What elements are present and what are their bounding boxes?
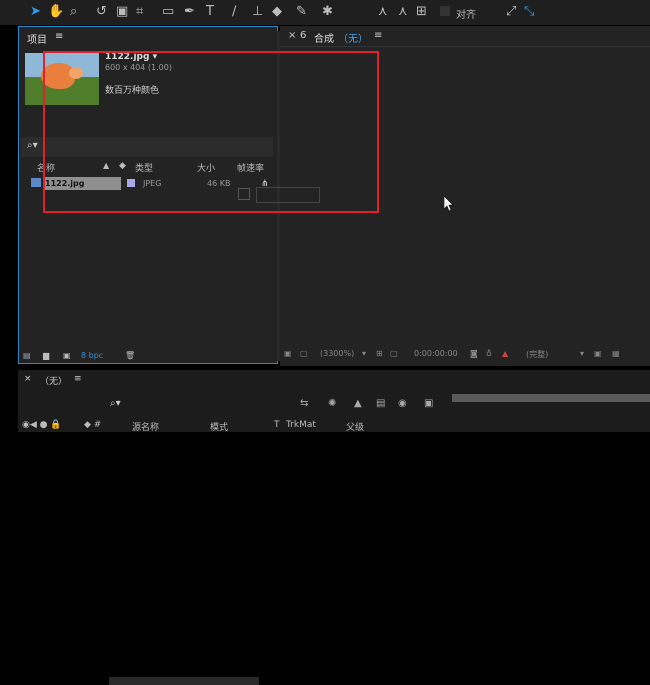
always-preview-icon[interactable]: ▣	[284, 349, 292, 358]
snap-icon[interactable]: ⤡	[524, 4, 534, 20]
timeline-close-icon[interactable]: ×	[24, 374, 32, 384]
label-icon[interactable]: ◆ #	[84, 420, 101, 430]
comp-tab-value[interactable]: （无）	[338, 30, 368, 45]
snapshot-icon[interactable]: ◙	[470, 349, 478, 358]
close-tab-icon[interactable]: ×	[288, 30, 296, 41]
comp-footer: ▣ ▢ (3300%) ▾ ⊞ ▢ 0:00:00:00 ◙ ♁ ▲ (完整) …	[280, 346, 650, 364]
align-checkbox[interactable]	[440, 6, 450, 16]
trash-icon[interactable]: 🗑	[125, 351, 135, 360]
timeline-search-icon[interactable]: ⌕▾	[110, 398, 121, 409]
rect-tool-icon[interactable]: ▭	[162, 4, 174, 20]
frame-blend-icon[interactable]: ▤	[376, 398, 385, 409]
col-mode[interactable]: 模式	[210, 420, 228, 433]
camera-tool-icon[interactable]: ▣	[116, 4, 128, 20]
draft-3d-icon[interactable]: ✺	[328, 398, 336, 409]
col-parent[interactable]: 父级	[346, 420, 364, 433]
highlight-box	[43, 51, 379, 213]
lock-icon[interactable]: 6	[300, 30, 306, 41]
timecode[interactable]: 0:00:00:00	[414, 349, 458, 358]
channel-icon[interactable]: ▲	[502, 349, 508, 358]
rotate-tool-icon[interactable]: ↺	[96, 4, 107, 20]
project-tab[interactable]: 项目	[27, 31, 47, 46]
col-source-name[interactable]: 源名称	[132, 420, 159, 433]
zoom-tool-icon[interactable]: ⌕	[70, 4, 77, 20]
new-comp-icon[interactable]: ▣	[63, 351, 71, 360]
type-tool-icon[interactable]: T	[206, 4, 214, 20]
hand-tool-icon[interactable]: ✋	[48, 4, 64, 20]
motion-blur-icon[interactable]: ◉	[398, 398, 407, 409]
horizontal-scrollbar[interactable]	[109, 677, 259, 685]
region-icon[interactable]: ▢	[390, 349, 398, 358]
graph-editor-icon[interactable]: ▣	[424, 398, 433, 409]
roi-icon[interactable]: ▣	[594, 349, 602, 358]
comp-mini-flowchart-icon[interactable]: ⇆	[300, 398, 308, 409]
brush-tool-icon[interactable]: ∕	[232, 4, 236, 20]
grid-toggle-icon[interactable]: ⊞	[376, 349, 383, 358]
col-trkmat[interactable]: TrkMat	[286, 420, 316, 430]
quality-dropdown-icon[interactable]: ▾	[580, 349, 584, 358]
roto-brush-icon[interactable]: ✎	[296, 4, 307, 20]
search-icon: ⌕▾	[27, 140, 38, 151]
eraser-tool-icon[interactable]: ◆	[272, 4, 282, 20]
anchor-icon[interactable]: ⋏	[378, 4, 388, 20]
shy-icon[interactable]: ▲	[354, 398, 362, 409]
comp-menu-icon[interactable]: ≡	[374, 30, 382, 41]
mouse-cursor-icon	[444, 196, 454, 212]
timeline-menu-icon[interactable]: ≡	[74, 374, 82, 384]
col-t[interactable]: T	[274, 420, 280, 430]
puppet-tool-icon[interactable]: ✱	[322, 4, 333, 20]
project-bottom-bar: ▤ ▆ ▣ 8 bpc 🗑	[19, 351, 277, 685]
align-label: 对齐	[456, 10, 476, 21]
show-snapshot-icon[interactable]: ♁	[486, 349, 492, 358]
comp-header: × 6 合成 （无） ≡	[280, 26, 650, 47]
pen-tool-icon[interactable]: ✒	[184, 4, 195, 20]
stamp-tool-icon[interactable]: ⊥	[252, 4, 263, 20]
av-switches-icon[interactable]: ◉◀ ● 🔒	[22, 420, 62, 430]
interpret-footage-icon[interactable]: ▤	[23, 351, 31, 360]
image-file-icon	[31, 178, 41, 187]
comp-tab-label[interactable]: 合成	[314, 30, 334, 45]
grid-icon[interactable]: ⊞	[416, 4, 427, 20]
timeline-title[interactable]: （无）	[40, 374, 67, 387]
time-ruler[interactable]	[452, 394, 650, 402]
expand-icon[interactable]: ⤢	[506, 4, 516, 20]
timeline-panel: × （无） ≡ ⌕▾ ⇆ ✺ ▲ ▤ ◉ ▣ ◉◀ ● 🔒 ◆ # 源名称 模式…	[18, 370, 650, 433]
select-tool-icon[interactable]: ➤	[30, 4, 41, 20]
transparency-grid-icon[interactable]: ▦	[612, 349, 620, 358]
project-menu-icon[interactable]: ≡	[55, 31, 63, 42]
display-icon[interactable]: ▢	[300, 349, 308, 358]
tools-toolbar: ➤ ✋ ⌕ ↺ ▣ ⌗ ▭ ✒ T ∕ ⊥ ◆ ✎ ✱ ⋏ ⋏ ⊞ 对齐 ⤢ ⤡	[0, 0, 650, 25]
pan-behind-icon[interactable]: ⌗	[136, 4, 143, 20]
anchor-alt-icon[interactable]: ⋏	[398, 4, 408, 20]
layer-column-header: ◉◀ ● 🔒 ◆ # 源名称 模式 T TrkMat 父级	[18, 420, 650, 433]
bpc-label[interactable]: 8 bpc	[81, 351, 103, 360]
quality-value[interactable]: (完整)	[526, 349, 548, 360]
zoom-value[interactable]: (3300%)	[320, 349, 354, 358]
zoom-dropdown-icon[interactable]: ▾	[362, 349, 366, 358]
new-folder-icon[interactable]: ▆	[43, 351, 49, 360]
